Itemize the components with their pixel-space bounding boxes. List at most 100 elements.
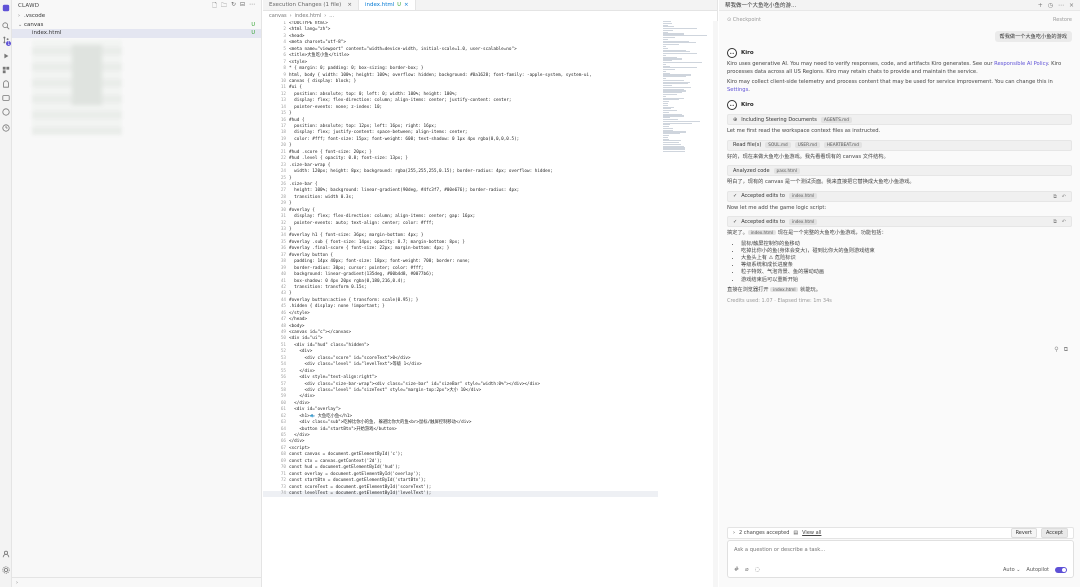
changes-badge: 1: [6, 41, 11, 46]
readfile-chip-3[interactable]: HEARTBEAT.md: [823, 142, 862, 148]
revert-button[interactable]: Revert: [1010, 528, 1037, 538]
history-icon[interactable]: [2, 124, 10, 132]
line-content: transition: width 0.3s;: [289, 194, 354, 200]
line-content: width: 120px; height: 8px; background: r…: [289, 169, 553, 175]
remote-icon[interactable]: [2, 94, 10, 102]
editor-scrollbar[interactable]: [713, 21, 718, 587]
copy-icon-2[interactable]: ⧉: [1053, 219, 1057, 225]
undo-icon-2[interactable]: ↶: [1062, 219, 1066, 225]
kiro-logo-icon[interactable]: [2, 4, 10, 12]
compass-icon[interactable]: [2, 108, 10, 116]
settings-link[interactable]: Settings: [727, 87, 748, 93]
image-icon[interactable]: ◌: [755, 566, 760, 573]
settings-gear-icon[interactable]: [2, 566, 10, 574]
editor-tab[interactable]: Execution Changes (1 file) ×: [263, 0, 359, 10]
outline-chevron-icon[interactable]: ›: [16, 580, 18, 586]
explorer-bottom: ›: [12, 577, 261, 587]
summary-chip[interactable]: index.html: [747, 230, 777, 235]
source-control-icon[interactable]: 1: [2, 36, 11, 46]
readfile-chip-1[interactable]: SOUL.md: [765, 142, 791, 148]
undo-icon[interactable]: ↶: [1062, 194, 1066, 200]
editor-tab[interactable]: index.html U ×: [358, 0, 416, 10]
chat-close-icon[interactable]: ×: [1069, 2, 1074, 9]
checkpoint-label: ⊙ Checkpoint: [727, 17, 761, 23]
chat-more-icon[interactable]: ⋯: [1058, 2, 1064, 9]
accept-button[interactable]: Accept: [1040, 528, 1068, 538]
tree-item-label: canvas: [24, 21, 44, 28]
read-workspace-text: Let me first read the workspace context …: [727, 128, 881, 134]
editor-tab-label: Execution Changes (1 file): [269, 2, 342, 8]
tab-close-icon[interactable]: ×: [347, 2, 352, 8]
user-message: 帮我做一个大鱼吃小鱼的游戏: [994, 31, 1072, 42]
chat-history-icon[interactable]: ◷: [1048, 2, 1053, 9]
refresh-icon[interactable]: ↻: [231, 1, 236, 11]
steering-tool[interactable]: ⊕ Including Steering Documents AGENTS.md: [727, 114, 1072, 125]
line-content: pointer-events: none; z-index: 10;: [289, 104, 383, 110]
new-file-icon[interactable]: 🗋: [212, 1, 217, 11]
tab-close-icon[interactable]: ×: [404, 2, 409, 8]
search-icon[interactable]: [2, 22, 10, 30]
explorer-panel: CLAWD 🗋 🗀 ↻ ⊟ ⋯ › .vscode ⌄ canvas Uindex.ht…: [12, 0, 262, 587]
edits-tool-1[interactable]: ✓ Accepted edits to index.html ⧉ ↶: [727, 190, 1072, 202]
breadcrumb-part[interactable]: ›: [290, 13, 292, 19]
thumbs-icon[interactable]: ⚲: [1054, 346, 1058, 354]
breadcrumb-part[interactable]: index.html: [295, 13, 322, 19]
mode-select[interactable]: Auto ⌄: [1003, 567, 1020, 573]
run-debug-icon[interactable]: [2, 52, 10, 60]
responsible-ai-link[interactable]: Responsible AI Policy: [994, 61, 1048, 67]
minimap-line: [663, 53, 698, 55]
tree-item[interactable]: › .vscode: [12, 12, 261, 21]
intro-agent-row: •• Kiro: [727, 48, 1072, 58]
copy-icon[interactable]: ⧉: [1053, 194, 1057, 200]
hash-context-icon[interactable]: #: [734, 566, 739, 573]
autopilot-toggle[interactable]: [1055, 567, 1067, 573]
readfile-chip-2[interactable]: USER.md: [794, 142, 820, 148]
copy-response-icon[interactable]: ⧉: [1064, 346, 1068, 354]
steering-chip[interactable]: AGENTS.md: [820, 116, 852, 123]
line-number: 74: [280, 490, 286, 496]
edits2-chip[interactable]: index.html: [788, 218, 818, 225]
minimap-line: [663, 151, 686, 153]
intro-text-1: Kiro uses generative AI. You may need to…: [727, 61, 995, 67]
chat-title[interactable]: 帮我做一个大鱼吃小鱼的游...: [725, 1, 796, 9]
feature-list: 鼠标/触屏控制你的鱼移动吃掉比你小的鱼(身体会变大)，碰到比你大的鱼则游戏结束大…: [727, 241, 1072, 284]
open-suffix: 就能玩。: [798, 286, 821, 293]
view-all-link[interactable]: View all: [802, 530, 821, 536]
line-content: transition: transform 0.15s;: [289, 284, 367, 290]
new-chat-icon[interactable]: +: [1038, 2, 1043, 9]
tree-item[interactable]: ⌄ canvas U: [12, 21, 261, 30]
attach-icon[interactable]: ⌀: [745, 566, 749, 573]
collapse-icon[interactable]: ⊟: [240, 1, 245, 11]
changes-bar: › 2 changes accepted ▤ View all Revert A…: [727, 527, 1074, 539]
checkpoint-row: ⊙ Checkpoint Restore: [727, 17, 1072, 23]
intro-text-2: Kiro may collect client-side telemetry a…: [727, 79, 1053, 85]
feature-item: 游戏结束后可以重新开始: [741, 277, 1072, 284]
steering-label: Including Steering Documents: [741, 116, 817, 123]
open-chip[interactable]: index.html: [770, 286, 799, 292]
analyzed-chip[interactable]: pass.html: [773, 167, 800, 174]
readfiles-tool[interactable]: Read file(s) SOUL.md USER.md HEARTBEAT.m…: [727, 139, 1072, 151]
zh-text-1: 好的，现在来做大鱼吃小鱼游戏。我先看看现有的 canvas 文件结构。: [727, 153, 889, 160]
new-folder-icon[interactable]: 🗀: [221, 1, 227, 11]
account-icon[interactable]: [2, 550, 10, 558]
chat-input[interactable]: [734, 547, 1064, 553]
code-view[interactable]: 1 <!DOCTYPE html> 2 <html lang="zh"> 3 <head>…: [263, 21, 658, 587]
restore-button[interactable]: Restore: [1053, 17, 1072, 23]
breadcrumb-part[interactable]: ...: [329, 13, 334, 19]
edits-tool-2[interactable]: ✓ Accepted edits to index.html ⧉ ↶: [727, 216, 1072, 227]
more-icon[interactable]: ⋯: [249, 1, 255, 11]
kiro-ghost-icon[interactable]: [2, 80, 10, 88]
line-content: <div class="level" id="sizeText" style="…: [289, 387, 482, 393]
blurred-region-2: [72, 45, 102, 105]
extensions-icon[interactable]: [2, 66, 10, 74]
minimap[interactable]: [663, 21, 711, 587]
edits1-chip[interactable]: index.html: [788, 193, 818, 199]
analyzed-tool[interactable]: Analyzed code pass.html: [727, 165, 1072, 176]
elapsed-time: Elapsed time: 1m 34s: [777, 298, 832, 305]
breadcrumb-part[interactable]: canvas: [269, 13, 287, 19]
tree-item[interactable]: index.html U: [12, 29, 261, 38]
breadcrumb-part[interactable]: ›: [324, 13, 326, 19]
check-circle-icon: ✓: [733, 193, 738, 199]
intro-agent-name: Kiro: [741, 50, 754, 56]
chevron-right-icon[interactable]: ›: [733, 530, 735, 536]
